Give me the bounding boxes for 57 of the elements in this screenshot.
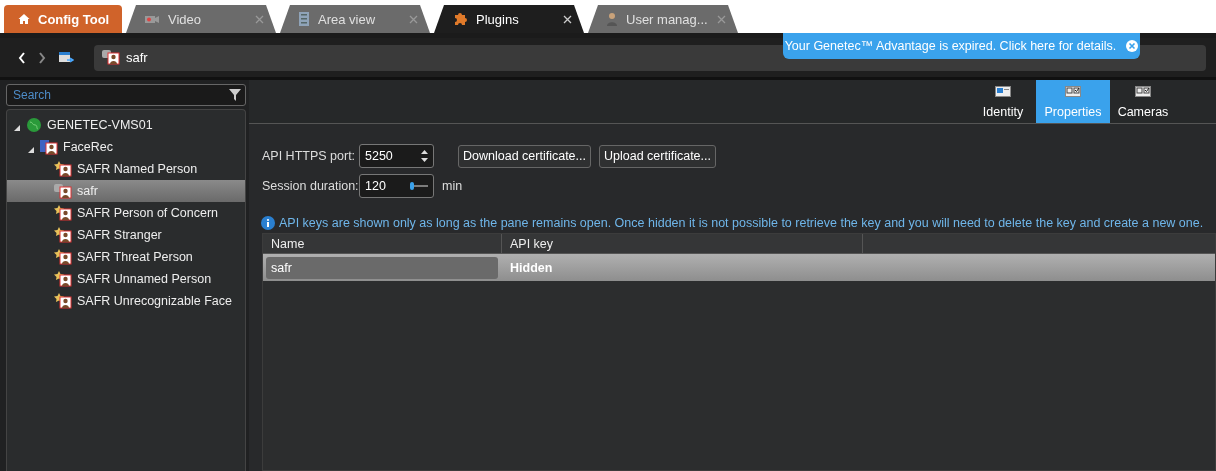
tree-item[interactable]: safr	[7, 180, 245, 202]
table-cell-text: Hidden	[509, 260, 554, 275]
tab[interactable]: Plugins	[434, 5, 584, 33]
close-icon[interactable]	[563, 14, 572, 24]
face-badge-icon	[54, 182, 72, 200]
tab[interactable]: Video	[126, 5, 276, 33]
home-tab[interactable]: Config Tool	[4, 5, 122, 33]
session-field[interactable]: 120	[359, 174, 434, 198]
port-label: API HTTPS port:	[262, 149, 355, 163]
globe-icon	[26, 117, 42, 133]
spinner-icon[interactable]	[421, 150, 428, 162]
tree-item[interactable]: SAFR Unnamed Person	[7, 268, 245, 290]
expanded-arrow-icon[interactable]	[13, 124, 21, 132]
calendar-arrow-icon[interactable]	[58, 50, 74, 65]
checkbox-panel-icon	[1065, 86, 1081, 99]
tree-item[interactable]: SAFR Named Person	[7, 158, 245, 180]
person-icon	[606, 11, 618, 27]
filter-icon[interactable]	[229, 88, 241, 102]
search-field[interactable]: Search	[6, 84, 246, 106]
checkbox-panel-icon	[1135, 86, 1151, 99]
name-field[interactable]: safr	[266, 256, 498, 279]
column-header[interactable]: API key	[502, 234, 863, 253]
face-badge-icon	[54, 248, 72, 266]
slider-icon[interactable]	[410, 182, 428, 190]
face-badge-icon	[40, 138, 58, 156]
info-text: API keys are shown only as long as the pane remains open. Once hidden it is not possible to retrieve the key and you will need to delete the key and create a new one.	[279, 216, 1204, 230]
upload-certificate-button[interactable]: Upload certificate...	[599, 144, 716, 168]
unit-label: min	[442, 179, 463, 193]
face-badge-icon	[54, 204, 72, 222]
view-tab[interactable]: Identity	[970, 80, 1036, 123]
tab[interactable]: User manag...	[588, 5, 738, 33]
table-row[interactable]: safr Hidden	[263, 254, 1215, 281]
expanded-arrow-icon[interactable]	[27, 146, 35, 154]
tree-item[interactable]: SAFR Threat Person	[7, 246, 245, 268]
puzzle-icon	[452, 11, 468, 27]
face-badge-icon	[102, 49, 120, 66]
face-badge-icon	[54, 226, 72, 244]
building-icon	[298, 11, 310, 27]
tab[interactable]: Area view	[280, 5, 430, 33]
forward-icon[interactable]	[38, 51, 46, 64]
face-badge-icon	[54, 270, 72, 288]
face-badge-icon	[54, 160, 72, 178]
face-badge-icon	[54, 292, 72, 310]
camera-icon	[144, 13, 160, 25]
tree-item[interactable]: FaceRec	[7, 136, 245, 158]
info-icon	[261, 216, 275, 230]
back-icon[interactable]	[18, 51, 26, 64]
column-header[interactable]: Name	[263, 234, 502, 253]
download-certificate-button[interactable]: Download certificate...	[458, 144, 591, 168]
home-icon	[18, 13, 30, 25]
tree-item[interactable]: SAFR Stranger	[7, 224, 245, 246]
tree-item[interactable]: GENETEC-VMS01	[7, 114, 245, 136]
id-card-icon	[995, 86, 1011, 99]
view-tab[interactable]: Cameras	[1110, 80, 1176, 123]
port-field[interactable]: 5250	[359, 144, 434, 168]
tree-item[interactable]: SAFR Person of Concern	[7, 202, 245, 224]
tree-item[interactable]: SAFR Unrecognizable Face	[7, 290, 245, 312]
